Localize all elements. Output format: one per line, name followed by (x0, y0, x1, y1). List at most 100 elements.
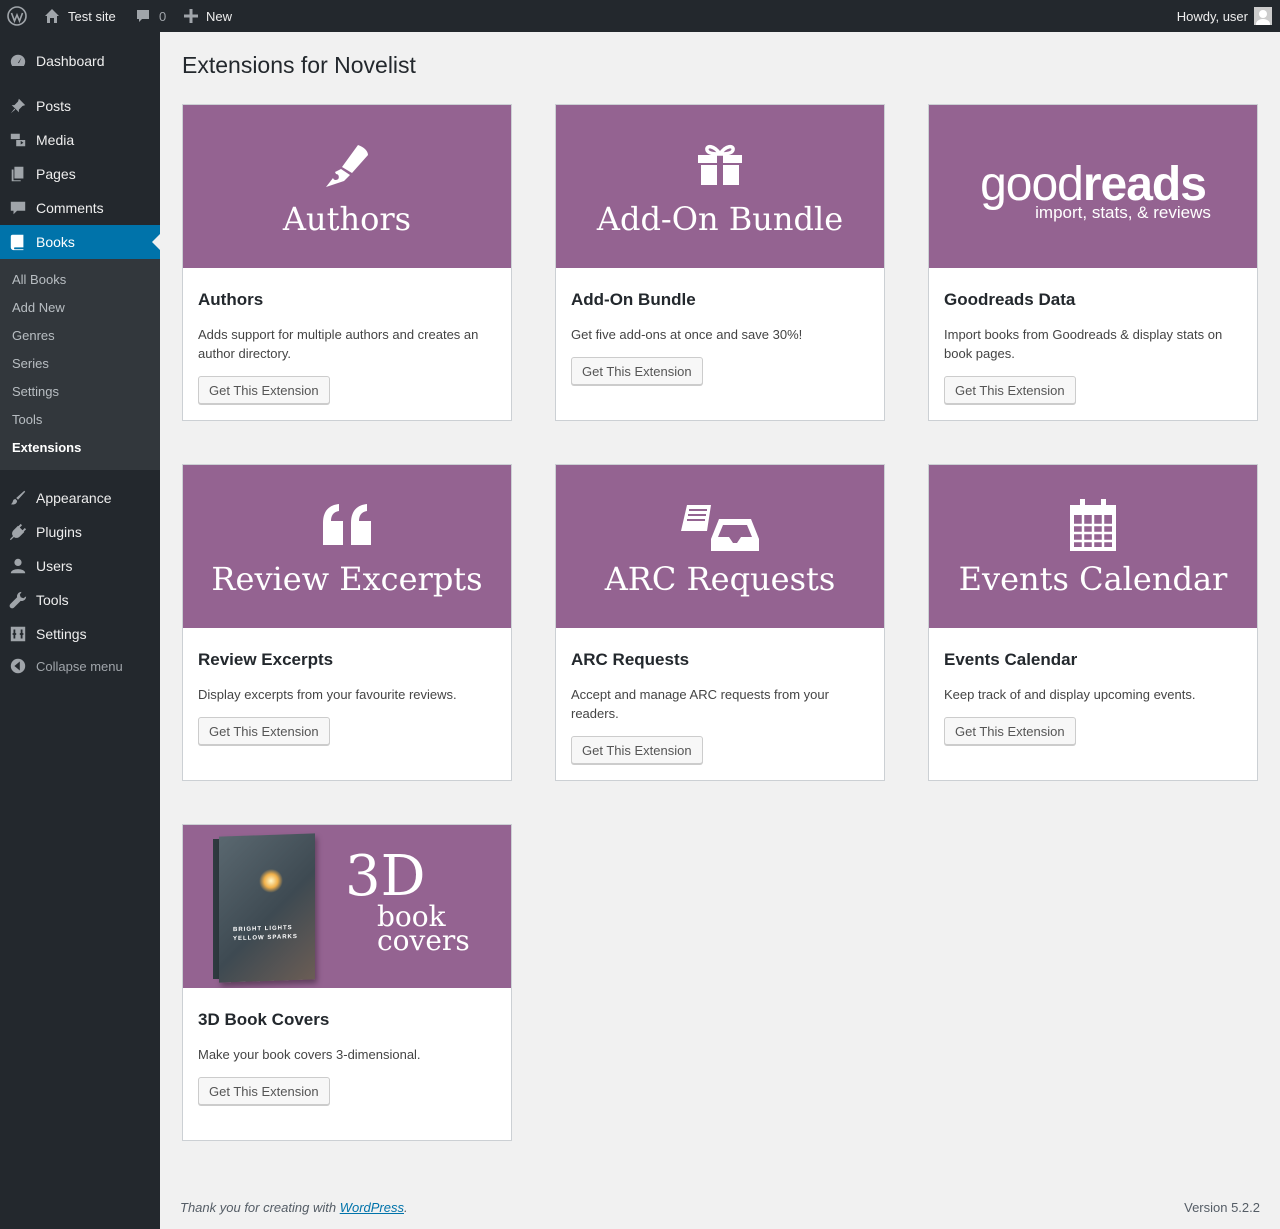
extension-banner: Add-On Bundle (556, 105, 884, 268)
get-extension-button[interactable]: Get This Extension (944, 717, 1076, 745)
extension-description: Adds support for multiple authors and cr… (198, 327, 479, 361)
collapse-menu-button[interactable]: Collapse menu (0, 649, 160, 683)
wordpress-logo-icon[interactable] (7, 0, 27, 32)
dashboard-icon (9, 52, 27, 70)
get-extension-button[interactable]: Get This Extension (198, 717, 330, 745)
new-label: New (206, 8, 233, 24)
pages-icon (9, 165, 27, 183)
pin-icon (9, 97, 27, 115)
site-name: Test site (68, 8, 116, 24)
get-extension-button[interactable]: Get This Extension (198, 1077, 330, 1105)
admin-menu: Dashboard Posts Media Pages Comments Boo… (0, 32, 160, 1229)
submenu-all-books[interactable]: All Books (12, 272, 66, 287)
collapse-arrow-icon (9, 657, 27, 675)
extension-banner: goodreads import, stats, & reviews (929, 105, 1257, 268)
page-title: Extensions for Novelist (182, 52, 416, 78)
menu-item-plugins[interactable]: Plugins (0, 515, 160, 549)
brush-icon (9, 489, 27, 507)
wrench-icon (9, 591, 27, 609)
extension-title: Goodreads Data (944, 290, 1076, 309)
extension-banner: ARC Requests (556, 465, 884, 628)
book-icon (9, 233, 27, 251)
extension-banner: Review Excerpts (183, 465, 511, 628)
banner-text: Authors (282, 200, 412, 238)
comment-icon (9, 199, 27, 217)
extension-banner: BRIGHT LIGHTS YELLOW SPARKS 3D book cove… (183, 825, 511, 988)
pen-icon (183, 143, 511, 193)
banner-text: Review Excerpts (211, 560, 483, 598)
extension-description: Import books from Goodreads & display st… (944, 327, 1223, 361)
extension-title: Review Excerpts (198, 650, 334, 669)
menu-item-appearance[interactable]: Appearance (0, 481, 160, 515)
site-link[interactable]: Test site (44, 0, 116, 32)
user-icon (9, 557, 27, 575)
extension-description: Display excerpts from your favourite rev… (198, 687, 457, 702)
extension-card-events-calendar: Events Calendar Events Calendar Keep tra… (928, 464, 1258, 781)
extension-card-add-on-bundle: Add-On Bundle Add-On Bundle Get five add… (555, 104, 885, 421)
menu-item-dashboard[interactable]: Dashboard (0, 44, 160, 78)
banner-text: Events Calendar (958, 560, 1228, 598)
extension-card-review-excerpts: Review Excerpts Review Excerpts Display … (182, 464, 512, 781)
howdy-text: Howdy, user (1176, 8, 1248, 24)
book-cover-text: BRIGHT LIGHTS YELLOW SPARKS (233, 925, 298, 943)
admin-bar: Test site 0 New Howdy, user (0, 0, 1280, 32)
settings-icon (9, 625, 27, 643)
menu-item-tools[interactable]: Tools (0, 583, 160, 617)
current-menu-arrow (152, 234, 160, 250)
comment-bubble-icon (135, 8, 151, 24)
plus-icon (184, 9, 198, 23)
home-icon (44, 8, 60, 24)
extension-title: Events Calendar (944, 650, 1078, 669)
calendar-icon (929, 499, 1257, 551)
footer-thanks: Thank you for creating with WordPress. (180, 1200, 408, 1215)
footer-version: Version 5.2.2 (1184, 1200, 1260, 1215)
new-content-link[interactable]: New (184, 0, 232, 32)
extension-banner: Events Calendar (929, 465, 1257, 628)
menu-item-settings[interactable]: Settings (0, 617, 160, 651)
submenu-add-new[interactable]: Add New (12, 300, 65, 315)
banner-text: ARC Requests (604, 560, 836, 598)
comments-count: 0 (159, 8, 167, 24)
extension-title: Authors (198, 290, 264, 309)
menu-item-users[interactable]: Users (0, 549, 160, 583)
media-icon (9, 131, 27, 149)
menu-item-comments[interactable]: Comments (0, 191, 160, 225)
menu-item-pages[interactable]: Pages (0, 157, 160, 191)
extension-card-authors: Authors Authors Adds support for multipl… (182, 104, 512, 421)
get-extension-button[interactable]: Get This Extension (571, 736, 703, 764)
quote-icon (183, 503, 511, 553)
plug-icon (9, 523, 27, 541)
extension-title: 3D Book Covers (198, 1010, 330, 1029)
submenu-extensions[interactable]: Extensions (12, 440, 81, 455)
extension-description: Make your book covers 3-dimensional. (198, 1047, 421, 1062)
extension-description: Keep track of and display upcoming event… (944, 687, 1196, 702)
banner-text: Add-On Bundle (596, 200, 844, 238)
menu-item-media[interactable]: Media (0, 123, 160, 157)
submenu-tools[interactable]: Tools (12, 412, 42, 427)
books-submenu: All Books Add New Genres Series Settings… (0, 259, 160, 470)
comments-link[interactable]: 0 (135, 0, 166, 32)
gift-icon (556, 143, 884, 193)
submenu-settings[interactable]: Settings (12, 384, 59, 399)
book-cover-image: BRIGHT LIGHTS YELLOW SPARKS (219, 833, 315, 983)
menu-item-books[interactable]: Books (0, 225, 160, 259)
menu-item-posts[interactable]: Posts (0, 89, 160, 123)
get-extension-button[interactable]: Get This Extension (944, 376, 1076, 404)
extension-description: Accept and manage ARC requests from your… (571, 687, 829, 721)
submenu-genres[interactable]: Genres (12, 328, 55, 343)
extension-banner: Authors (183, 105, 511, 268)
wordpress-link[interactable]: WordPress (340, 1200, 404, 1215)
extension-card-3d-book-covers: BRIGHT LIGHTS YELLOW SPARKS 3D book cove… (182, 824, 512, 1141)
submenu-series[interactable]: Series (12, 356, 49, 371)
extension-card-arc-requests: ARC Requests ARC Requests Accept and man… (555, 464, 885, 781)
avatar (1254, 7, 1272, 25)
my-account-link[interactable]: Howdy, user (1177, 0, 1272, 32)
3d-covers-wordmark: 3D book covers (345, 844, 470, 957)
extension-card-goodreads-data: goodreads import, stats, & reviews Goodr… (928, 104, 1258, 421)
extension-title: ARC Requests (571, 650, 690, 669)
goodreads-logo: goodreads import, stats, & reviews (929, 161, 1257, 223)
get-extension-button[interactable]: Get This Extension (198, 376, 330, 404)
get-extension-button[interactable]: Get This Extension (571, 357, 703, 385)
inbox-book-icon (556, 503, 884, 553)
sparkler-icon (259, 868, 283, 894)
